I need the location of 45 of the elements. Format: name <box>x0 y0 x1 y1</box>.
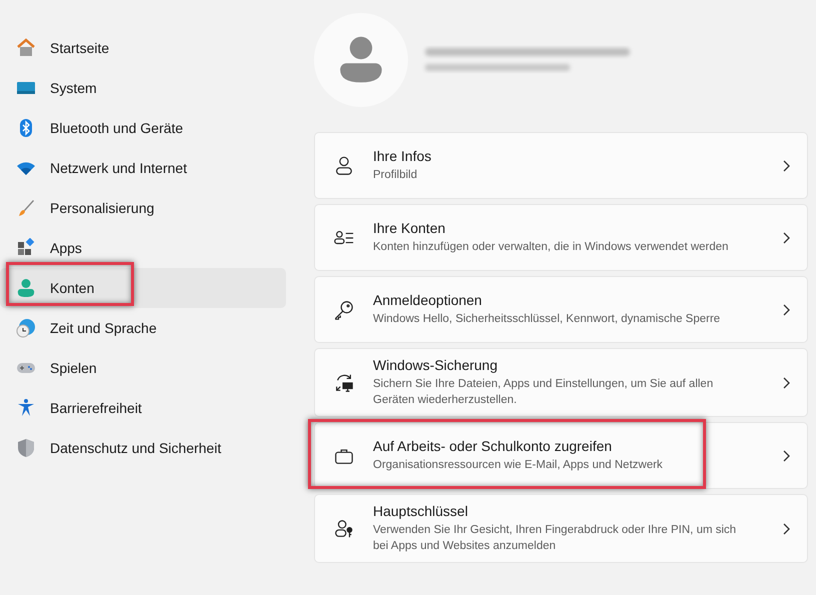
setting-title: Hauptschlüssel <box>373 503 469 520</box>
chevron-right-icon <box>781 230 791 246</box>
chevron-right-icon <box>781 520 791 537</box>
shield-icon <box>16 438 36 458</box>
setting-description: Profilbild <box>373 168 418 183</box>
accessibility-icon <box>16 398 36 418</box>
setting-description: Konten hinzufügen oder verwalten, die in Windows verwendet werden <box>373 240 730 255</box>
setting-title: Ihre Konten <box>373 220 446 236</box>
chevron-right-icon <box>781 374 791 391</box>
chevron-right-icon <box>781 448 791 464</box>
brush-icon <box>16 198 36 218</box>
setting-title: Auf Arbeits- oder Schulkonto zugreifen <box>373 438 613 454</box>
setting-description: Windows Hello, Sicherheitsschlüssel, Kennwort, dynamische Sperre <box>373 312 722 327</box>
nav-item[interactable]: Datenschutz und Sicherheit <box>0 428 286 468</box>
nav-item[interactable]: Barrierefreiheit <box>0 388 286 428</box>
key-icon <box>333 298 355 320</box>
settings-card[interactable]: Ihre Konten Konten hinzufügen oder verwalten, die in Windows verwendet werden <box>314 204 808 271</box>
nav-item[interactable]: Bluetooth und Geräte <box>0 108 286 148</box>
apps-icon <box>16 238 36 258</box>
nav-item[interactable]: Startseite <box>0 28 286 68</box>
setting-description: Sichern Sie Ihre Dateien, Apps und Einstellungen, um Sie auf allen Geräten wiederherzustellen. <box>373 377 714 408</box>
nav-item[interactable]: System <box>0 68 286 108</box>
nav-item[interactable]: Apps <box>0 228 286 268</box>
settings-card[interactable]: Hauptschlüssel Verwenden Sie Ihr Gesicht, Ihren Fingerabdruck oder Ihre PIN, um sich bei Apps und Websites anzumelden <box>314 494 808 564</box>
globe-clock-icon <box>16 318 36 338</box>
setting-title: Anmeldeoptionen <box>373 292 483 308</box>
nav-item[interactable]: Netzwerk und Internet <box>0 148 286 188</box>
nav-item[interactable]: Personalisierung <box>0 188 286 228</box>
person-icon <box>16 278 36 298</box>
chevron-right-icon <box>781 158 791 174</box>
person-key-icon <box>333 518 355 540</box>
nav-item[interactable]: Konten <box>0 268 286 308</box>
nav-item[interactable]: Zeit und Sprache <box>0 308 286 348</box>
settings-card[interactable]: Auf Arbeits- oder Schulkonto zugreifen Organisationsressourcen wie E-Mail, Apps und Netzwerk <box>314 422 808 490</box>
chevron-right-icon <box>781 302 791 318</box>
settings-card[interactable]: Windows-Sicherung Sichern Sie Ihre Dateien, Apps und Einstellungen, um Sie auf allen Geräten wiederherzustellen. <box>314 348 808 418</box>
settings-card[interactable]: Ihre Infos Profilbild <box>314 132 808 199</box>
setting-title: Ihre Infos <box>373 148 432 164</box>
settings-card[interactable]: Anmeldeoptionen Windows Hello, Sicherheitsschlüssel, Kennwort, dynamische Sperre <box>314 276 808 343</box>
nav-item[interactable]: Spielen <box>0 348 286 388</box>
setting-description: Verwenden Sie Ihr Gesicht, Ihren Fingerabdruck oder Ihre PIN, um sich bei Apps und Websites anzumelden <box>373 523 738 554</box>
person-icon <box>333 154 355 176</box>
setting-title: Windows-Sicherung <box>373 357 498 373</box>
home-icon <box>16 38 36 58</box>
setting-description: Organisationsressourcen wie E-Mail, Apps und Netzwerk <box>373 458 664 474</box>
